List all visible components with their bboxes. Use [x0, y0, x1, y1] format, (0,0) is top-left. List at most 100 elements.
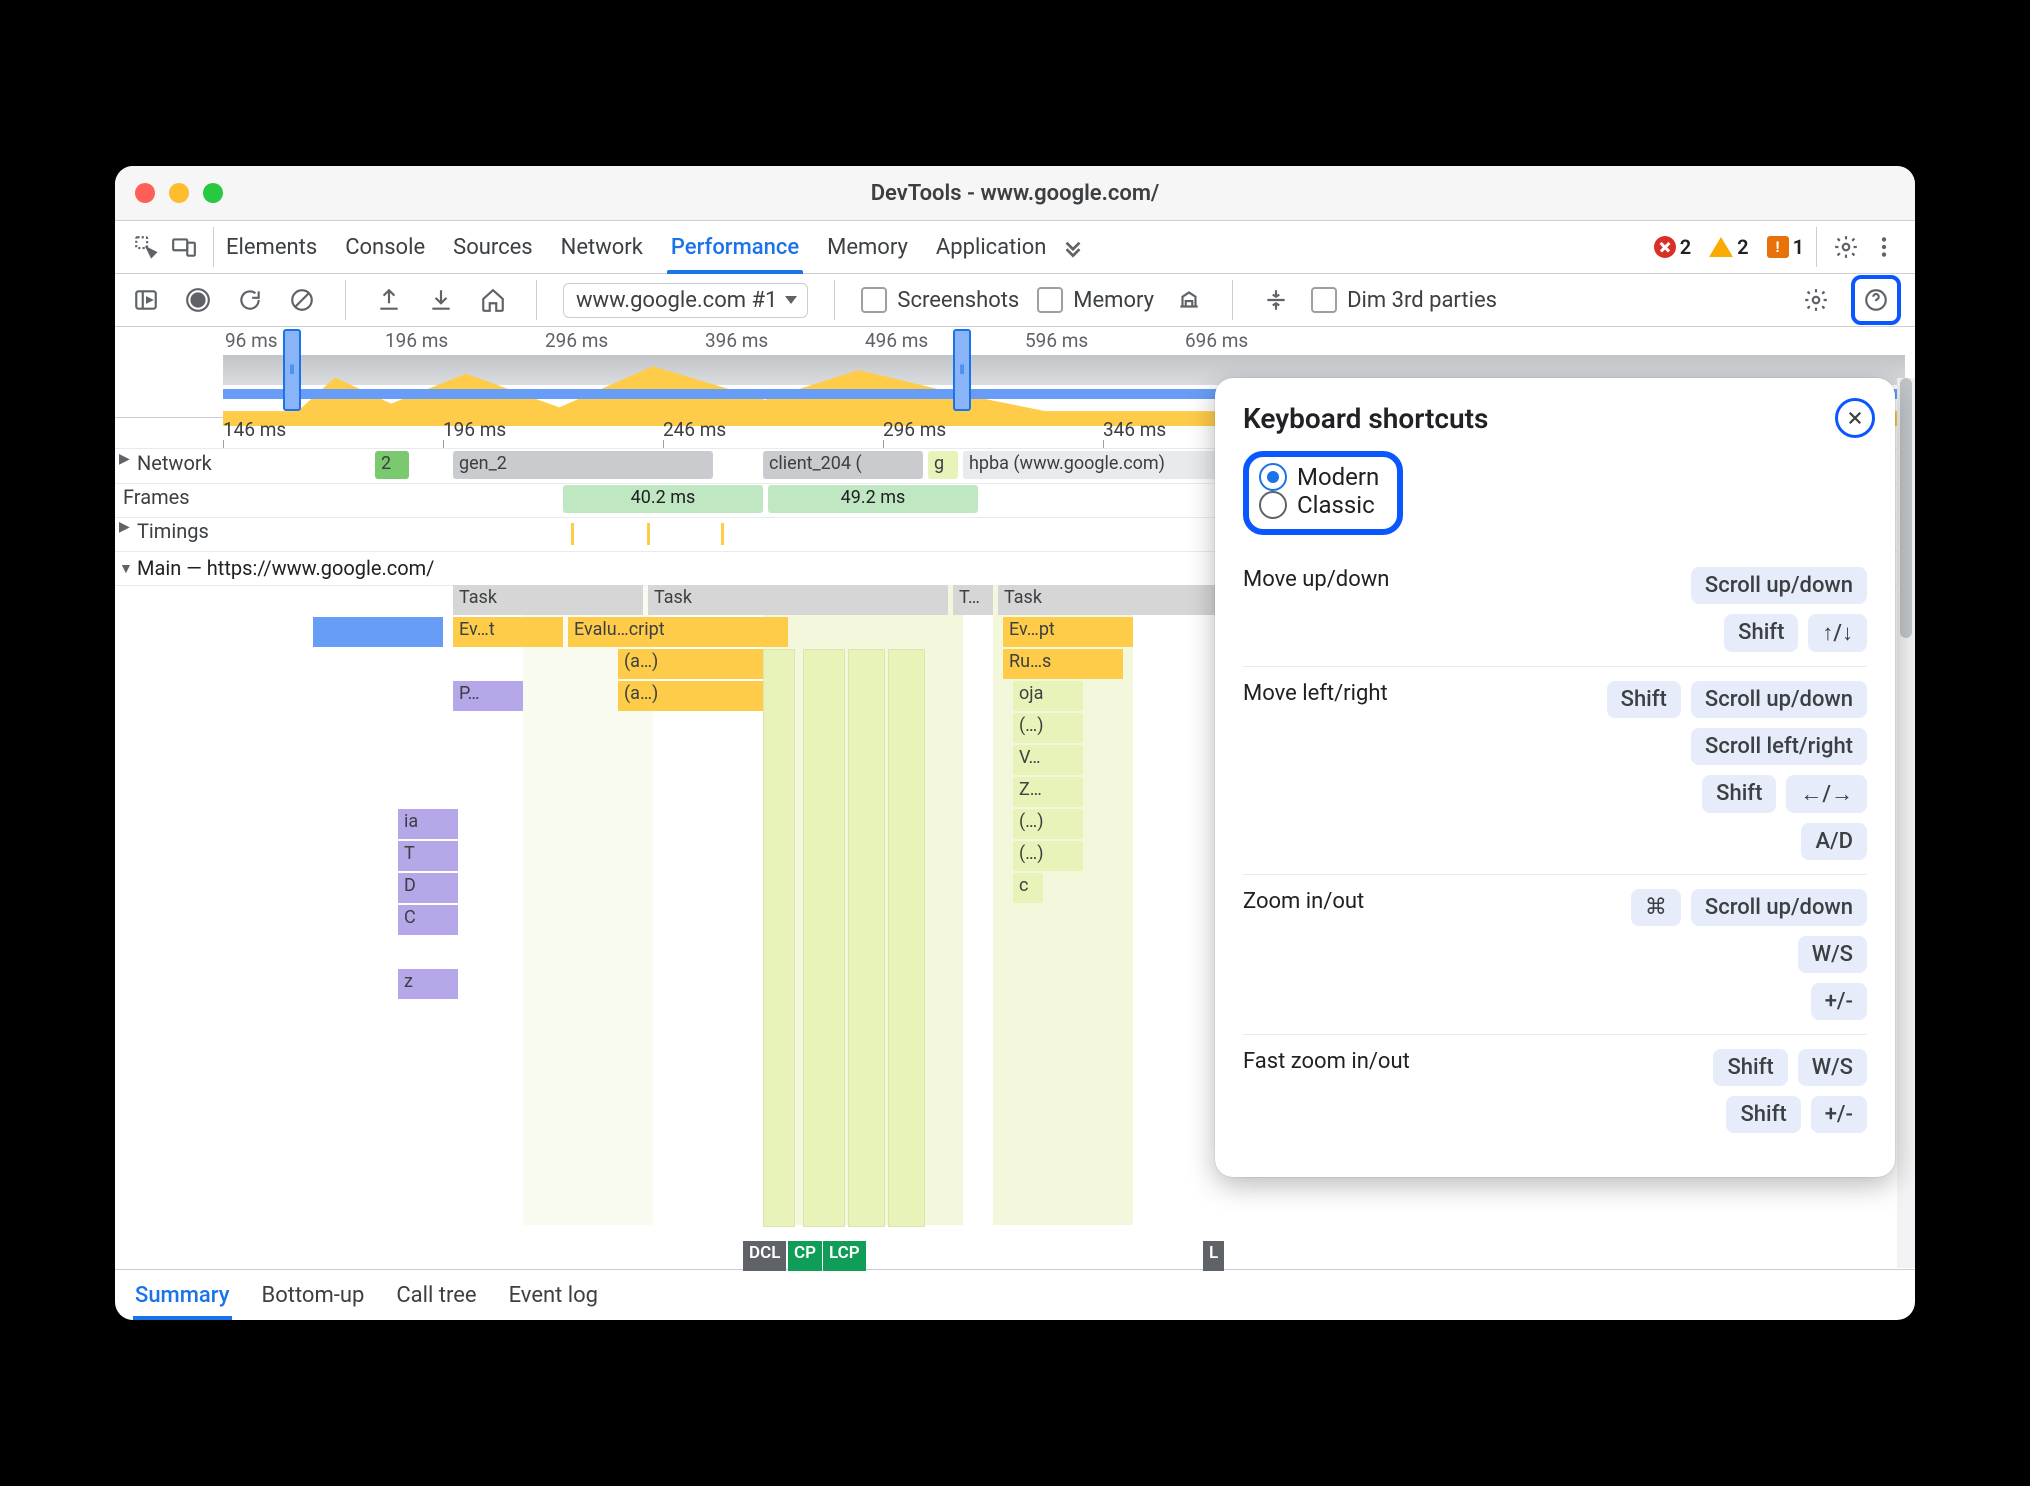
flame-bar[interactable]: Ru…s — [1003, 649, 1123, 679]
vertical-scrollbar[interactable] — [1897, 378, 1915, 1268]
network-request[interactable]: g — [928, 451, 958, 479]
separator — [213, 227, 214, 267]
flame-bar[interactable]: D — [398, 873, 458, 903]
flame-column[interactable] — [848, 649, 885, 1227]
details-tab-summary[interactable]: Summary — [135, 1270, 230, 1320]
shortcut-label: Move left/right — [1243, 681, 1388, 706]
separator — [345, 280, 346, 320]
tab-sources[interactable]: Sources — [453, 221, 533, 273]
overview-handle-left[interactable]: ‖ — [283, 329, 301, 411]
details-tab-call-tree[interactable]: Call tree — [396, 1270, 476, 1320]
upload-icon[interactable] — [372, 283, 406, 317]
timing-marker-dcl[interactable]: DCL — [743, 1241, 786, 1271]
separator — [834, 280, 835, 320]
popover-title: Keyboard shortcuts — [1243, 402, 1867, 435]
flame-bar[interactable]: (…) — [1013, 841, 1083, 871]
dim-third-parties-toggle[interactable]: Dim 3rd parties — [1311, 287, 1497, 313]
flame-bar[interactable]: Task — [998, 585, 1218, 615]
tab-application[interactable]: Application — [936, 221, 1046, 273]
clear-icon[interactable] — [285, 283, 319, 317]
overview-ticks: 96 ms196 ms296 ms396 ms496 ms596 ms696 m… — [225, 329, 1905, 352]
details-tab-bottom-up[interactable]: Bottom-up — [262, 1270, 365, 1320]
collapse-icon[interactable] — [1259, 283, 1293, 317]
flame-bar[interactable]: Task — [453, 585, 643, 615]
inspect-element-icon[interactable] — [129, 230, 163, 264]
flame-bar[interactable]: z — [398, 969, 458, 999]
flame-bar[interactable]: (…) — [1013, 809, 1083, 839]
network-track-label[interactable]: Network — [115, 449, 223, 477]
device-toolbar-icon[interactable] — [167, 230, 201, 264]
kebab-menu-icon[interactable] — [1867, 230, 1901, 264]
checkbox-icon — [1311, 287, 1337, 313]
ruler-tick: 296 ms — [883, 418, 1103, 448]
flame-bar[interactable]: T… — [953, 585, 993, 615]
flame-bar[interactable]: (…) — [1013, 713, 1083, 743]
flame-bar[interactable]: Ev…pt — [1003, 617, 1133, 647]
frame-block[interactable]: 40.2 ms — [563, 485, 763, 513]
flame-bar[interactable]: P… — [453, 681, 523, 711]
key: Scroll up/down — [1691, 681, 1867, 718]
panel-tabs: Elements Console Sources Network Performance… — [226, 221, 1046, 273]
flame-bar[interactable]: C — [398, 905, 458, 935]
timings-track-label[interactable]: Timings — [115, 517, 223, 545]
flame-bar[interactable]: T — [398, 841, 458, 871]
screenshots-toggle[interactable]: Screenshots — [861, 287, 1019, 313]
timing-marker-l[interactable]: L — [1203, 1241, 1224, 1271]
details-tab-event-log[interactable]: Event log — [509, 1270, 598, 1320]
errors-badge[interactable]: 2 — [1654, 235, 1691, 259]
flame-bar[interactable]: oja — [1013, 681, 1083, 711]
flame-bar[interactable]: Ev…t — [453, 617, 563, 647]
network-request[interactable]: 2 — [375, 451, 409, 479]
key: Scroll up/down — [1691, 889, 1867, 926]
timing-marker-cp[interactable]: CP — [788, 1241, 822, 1271]
tab-network[interactable]: Network — [561, 221, 643, 273]
flame-column[interactable] — [888, 649, 925, 1227]
flame-column[interactable] — [763, 649, 795, 1227]
radio-icon — [1259, 491, 1287, 519]
shortcuts-help-button[interactable] — [1851, 275, 1901, 325]
timing-marker-lcp[interactable]: LCP — [823, 1241, 866, 1271]
network-request[interactable]: gen_2 — [453, 451, 713, 479]
reload-record-icon[interactable] — [233, 283, 267, 317]
flame-bar[interactable]: c — [1013, 873, 1043, 903]
flame-bar[interactable]: ia — [398, 809, 458, 839]
tab-console[interactable]: Console — [345, 221, 425, 273]
recording-select[interactable]: www.google.com #1 — [563, 283, 808, 318]
flame-bar[interactable] — [313, 617, 443, 647]
flame-bar[interactable]: V… — [1013, 745, 1083, 775]
flame-bar[interactable]: Z… — [1013, 777, 1083, 807]
issues-badge[interactable]: 1 — [1767, 235, 1804, 259]
shortcut-row: Fast zoom in/outShiftW/SShift+/- — [1243, 1034, 1867, 1147]
network-request[interactable]: client_204 ( — [763, 451, 923, 479]
toggle-panel-icon[interactable] — [129, 283, 163, 317]
ruler-tick: 246 ms — [663, 418, 883, 448]
overview-handle-right[interactable]: ‖ — [953, 329, 971, 411]
tab-performance[interactable]: Performance — [671, 221, 799, 273]
checkbox-icon — [1037, 287, 1063, 313]
flame-bar[interactable]: Task — [648, 585, 948, 615]
shortcut-style-modern[interactable]: Modern — [1259, 463, 1379, 491]
option-label: Classic — [1297, 491, 1375, 519]
frames-track-label[interactable]: Frames — [115, 483, 223, 511]
tab-memory[interactable]: Memory — [827, 221, 908, 273]
download-icon[interactable] — [424, 283, 458, 317]
scrollbar-thumb[interactable] — [1900, 378, 1912, 638]
record-icon[interactable] — [181, 283, 215, 317]
flame-bar[interactable]: Evalu…cript — [568, 617, 788, 647]
tab-elements[interactable]: Elements — [226, 221, 317, 273]
flame-column[interactable] — [803, 649, 845, 1227]
errors-count: 2 — [1680, 235, 1691, 259]
key: ↑/↓ — [1808, 614, 1867, 652]
more-panels-icon[interactable] — [1056, 230, 1090, 264]
key: ←/→ — [1786, 775, 1867, 813]
close-button[interactable] — [1835, 398, 1875, 438]
shortcut-style-classic[interactable]: Classic — [1259, 491, 1379, 519]
frame-block[interactable]: 49.2 ms — [768, 485, 978, 513]
memory-toggle[interactable]: Memory — [1037, 287, 1154, 313]
settings-icon[interactable] — [1829, 230, 1863, 264]
gc-icon[interactable] — [1172, 283, 1206, 317]
warnings-badge[interactable]: 2 — [1709, 235, 1748, 259]
home-icon[interactable] — [476, 283, 510, 317]
perf-settings-icon[interactable] — [1799, 283, 1833, 317]
key: Shift — [1702, 775, 1776, 813]
